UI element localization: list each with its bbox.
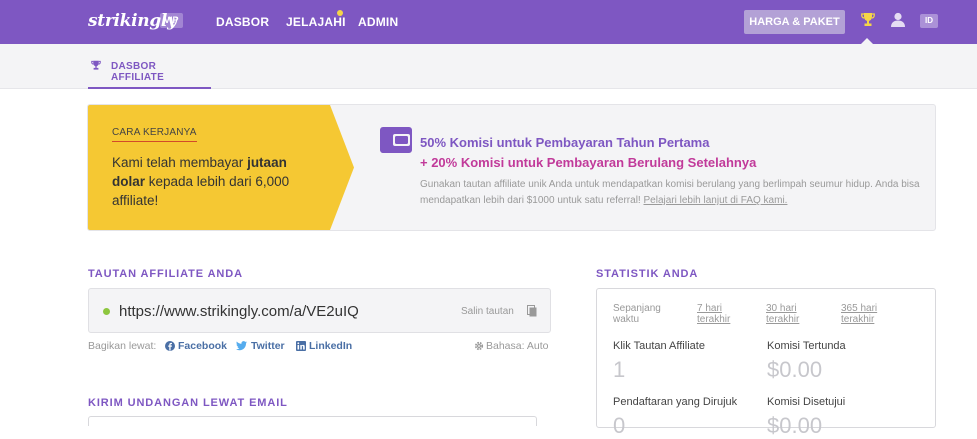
affiliate-url[interactable]: https://www.strikingly.com/a/VE2uIQ xyxy=(119,303,359,320)
promo-first-year: 50% Komisi untuk Pembayaran Tahun Pertam… xyxy=(420,135,710,150)
period-30-days[interactable]: 30 hari terakhir xyxy=(766,303,799,325)
how-it-works-text: Kami telah membayar jutaan dolar kepada … xyxy=(112,155,290,208)
affiliate-link-heading: TAUTAN AFFILIATE ANDA xyxy=(88,268,243,280)
top-navbar: strikingly VIP DASBOR JELAJAHI ADMIN HAR… xyxy=(0,0,977,44)
trophy-icon xyxy=(91,60,101,70)
notification-dot xyxy=(337,10,343,16)
tab-label: DASBOR AFFILIATE xyxy=(111,61,165,83)
stat-value-clicks: 1 xyxy=(613,357,626,382)
share-twitter[interactable]: Twitter xyxy=(251,340,285,352)
stat-label-pending: Komisi Tertunda xyxy=(767,340,846,352)
promo-recurring: + 20% Komisi untuk Pembayaran Berulang S… xyxy=(420,155,757,170)
status-dot xyxy=(103,308,110,315)
share-facebook[interactable]: Facebook xyxy=(178,340,227,352)
how-it-works-label: CARA KERJANYA xyxy=(112,127,197,142)
language-setting[interactable]: Bahasa: Auto xyxy=(486,340,548,352)
stat-value-approved: $0.00 xyxy=(767,413,823,438)
stats-heading: STATISTIK ANDA xyxy=(596,268,699,280)
pricing-button[interactable]: HARGA & PAKET xyxy=(744,10,845,34)
tab-affiliate-dashboard[interactable]: DASBOR AFFILIATE xyxy=(88,44,211,89)
facebook-icon[interactable] xyxy=(165,341,175,351)
copy-link-button[interactable]: Salin tautan xyxy=(461,306,514,317)
copy-icon[interactable] xyxy=(527,305,537,317)
faq-link[interactable]: Pelajari lebih lanjut di FAQ kami. xyxy=(643,195,787,206)
linkedin-icon[interactable] xyxy=(296,341,306,351)
period-all-time[interactable]: Sepanjang waktu xyxy=(613,303,661,325)
affiliate-banner: CARA KERJANYA Kami telah membayar jutaan… xyxy=(87,104,936,231)
stat-label-signups: Pendaftaran yang Dirujuk xyxy=(613,396,738,408)
trophy-icon[interactable] xyxy=(861,12,875,28)
user-icon[interactable] xyxy=(891,12,905,28)
twitter-icon[interactable] xyxy=(236,341,247,351)
stat-value-pending: $0.00 xyxy=(767,357,823,382)
period-7-days[interactable]: 7 hari terakhir xyxy=(697,303,730,325)
vip-badge: VIP xyxy=(160,13,183,28)
stat-label-clicks: Klik Tautan Affiliate xyxy=(613,340,705,352)
stat-value-signups: 0 xyxy=(613,413,626,438)
wallet-icon xyxy=(380,127,412,153)
email-invite-heading: KIRIM UNDANGAN LEWAT EMAIL xyxy=(88,397,288,409)
email-input-box[interactable] xyxy=(88,416,537,426)
affiliate-link-box[interactable]: https://www.strikingly.com/a/VE2uIQ Sali… xyxy=(88,288,551,333)
stat-label-approved: Komisi Disetujui xyxy=(767,396,846,408)
nav-dasbor[interactable]: DASBOR xyxy=(216,15,269,29)
share-label: Bagikan lewat: xyxy=(88,340,157,352)
sub-navbar: DASBOR AFFILIATE xyxy=(0,44,977,89)
share-linkedin[interactable]: LinkedIn xyxy=(309,340,352,352)
promo-description: Gunakan tautan affiliate unik Anda untuk… xyxy=(420,179,920,206)
gear-icon[interactable] xyxy=(474,341,484,351)
stats-panel: Sepanjang waktu 7 hari terakhir 30 hari ter… xyxy=(596,288,936,438)
language-badge[interactable]: ID xyxy=(920,14,938,28)
period-365-days[interactable]: 365 hari terakhir xyxy=(841,303,877,325)
nav-jelajahi[interactable]: JELAJAHI xyxy=(286,15,346,29)
nav-admin[interactable]: ADMIN xyxy=(358,15,398,29)
